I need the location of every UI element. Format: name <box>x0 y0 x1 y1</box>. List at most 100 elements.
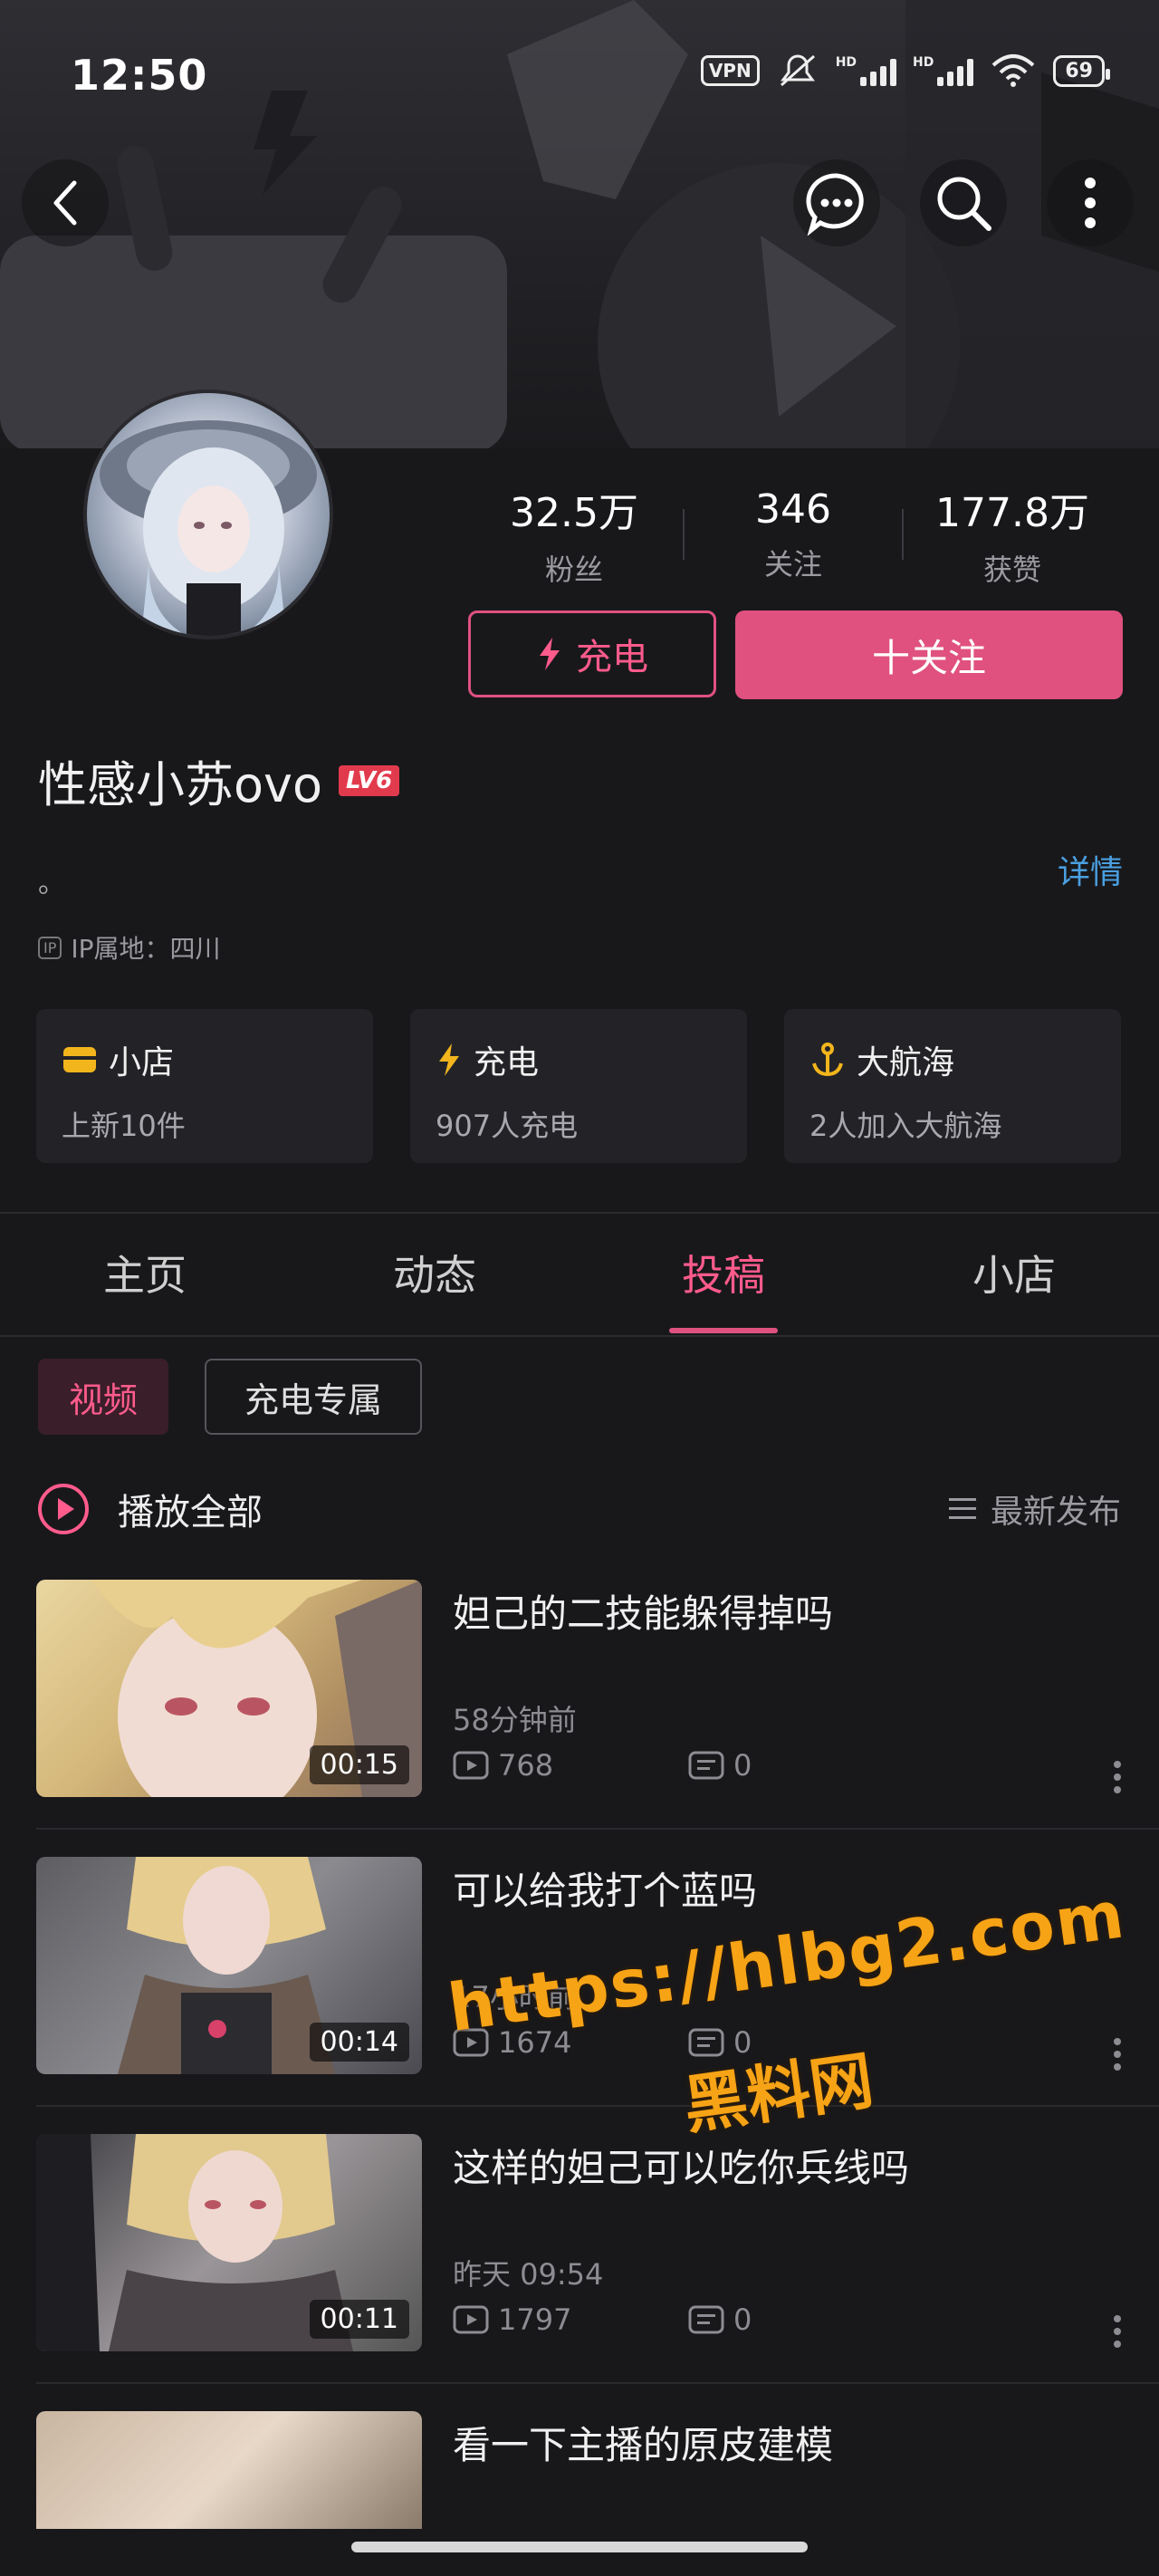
following-label: 关注 <box>763 546 822 582</box>
status-time: 12:50 <box>71 51 208 100</box>
chat-icon <box>806 173 864 235</box>
play-count-icon <box>453 2305 489 2334</box>
stat-divider <box>902 509 904 560</box>
lightning-icon <box>540 638 560 670</box>
row-divider <box>36 1828 1159 1830</box>
row-divider <box>36 2105 1159 2107</box>
followers-stat[interactable]: 32.5万 粉丝 <box>484 480 665 589</box>
shop-icon <box>63 1047 96 1072</box>
battery-icon: 69 <box>1053 54 1110 87</box>
wifi-icon <box>992 54 1035 87</box>
ip-location: IP IP属地：四川 <box>38 929 221 966</box>
level-badge: LV6 <box>339 764 400 796</box>
following-stat[interactable]: 346 关注 <box>703 486 884 583</box>
video-item[interactable]: 00:11 这样的妲己可以吃你兵线吗 昨天 09:54 1797 0 <box>0 2134 1159 2411</box>
message-button[interactable] <box>793 159 880 246</box>
video-thumbnail[interactable]: 00:11 <box>36 2134 422 2351</box>
signal-icon-1: HD <box>836 55 897 86</box>
detail-link[interactable]: 详情 <box>1058 846 1123 893</box>
follow-button[interactable]: 十关注 <box>735 610 1123 699</box>
video-thumbnail[interactable]: 00:15 <box>36 1580 422 1797</box>
search-button[interactable] <box>920 159 1007 246</box>
avatar-image <box>100 420 317 636</box>
video-thumbnail[interactable] <box>36 2411 422 2529</box>
sort-button[interactable]: 最新发布 <box>947 1485 1121 1533</box>
back-button[interactable] <box>22 159 109 246</box>
charge-card-subtitle: 907人充电 <box>436 1109 579 1143</box>
search-icon <box>937 177 991 231</box>
signature: 。 <box>38 868 65 899</box>
tab-dynamics[interactable]: 动态 <box>344 1243 525 1302</box>
filter-charge-only[interactable]: 充电专属 <box>205 1359 422 1435</box>
list-sort-icon <box>948 1498 976 1519</box>
video-title[interactable]: 这样的妲己可以吃你兵线吗 <box>453 2138 909 2193</box>
tab-home[interactable]: 主页 <box>54 1243 235 1302</box>
following-count: 346 <box>755 485 831 533</box>
more-vertical-icon <box>1085 178 1096 228</box>
tab-uploads[interactable]: 投稿 <box>633 1243 814 1302</box>
video-plays: 1797 <box>453 2302 571 2337</box>
video-title[interactable]: 可以给我打个蓝吗 <box>453 1860 757 1916</box>
ip-location-text: IP属地：四川 <box>71 934 221 964</box>
filter-video[interactable]: 视频 <box>38 1359 168 1435</box>
video-thumbnail[interactable]: 00:14 <box>36 1857 422 2074</box>
anchor-icon <box>812 1043 843 1077</box>
likes-label: 获赞 <box>982 553 1041 587</box>
video-plays: 768 <box>453 1748 553 1783</box>
username: 性感小苏ovo <box>38 756 323 813</box>
more-options-button[interactable] <box>1047 159 1134 246</box>
mute-icon <box>780 54 815 87</box>
video-item[interactable]: 00:15 妲己的二技能躲得掉吗 58分钟前 768 0 <box>0 1580 1159 1857</box>
shop-card-title: 小店 <box>109 1044 175 1081</box>
charge-card-title: 充电 <box>474 1044 540 1081</box>
video-time: 昨天 09:54 <box>453 2257 604 2292</box>
shop-card-subtitle: 上新10件 <box>62 1109 186 1143</box>
active-tab-indicator <box>669 1328 778 1333</box>
video-comments: 0 <box>688 2302 752 2337</box>
avatar[interactable] <box>83 389 333 639</box>
sort-label: 最新发布 <box>990 1494 1121 1531</box>
section-divider <box>0 1212 1159 1214</box>
stat-divider <box>683 509 685 560</box>
charge-button-label: 充电 <box>576 637 648 678</box>
video-comments-count: 0 <box>733 1748 752 1783</box>
voyage-card-subtitle: 2人加入大航海 <box>809 1109 1002 1143</box>
video-title[interactable]: 看一下主播的原皮建模 <box>453 2415 833 2470</box>
likes-count: 177.8万 <box>935 490 1089 536</box>
video-time: 58分钟前 <box>453 1703 577 1737</box>
video-title[interactable]: 妲己的二技能躲得掉吗 <box>453 1583 833 1639</box>
back-arrow-icon <box>53 180 77 226</box>
play-circle-icon <box>38 1484 89 1534</box>
status-icons: VPN HD HD 69 <box>700 53 1110 89</box>
video-duration: 00:11 <box>309 2300 409 2339</box>
followers-label: 粉丝 <box>544 553 603 587</box>
ip-icon: IP <box>38 936 62 959</box>
row-divider <box>36 2382 1159 2384</box>
stats-row: 32.5万 粉丝 346 关注 177.8万 获赞 <box>484 480 1103 589</box>
comment-count-icon <box>688 1751 724 1780</box>
home-indicator[interactable] <box>351 2542 808 2552</box>
video-more-icon[interactable] <box>1114 1761 1123 1793</box>
video-comments: 0 <box>688 1748 752 1783</box>
comment-count-icon <box>688 2305 724 2334</box>
tab-shop[interactable]: 小店 <box>924 1243 1105 1302</box>
likes-stat: 177.8万 获赞 <box>922 480 1103 589</box>
play-count-icon <box>453 1751 489 1780</box>
video-more-icon[interactable] <box>1114 2038 1123 2071</box>
voyage-card[interactable]: 大航海 2人加入大航海 <box>784 1009 1121 1163</box>
play-all-label: 播放全部 <box>118 1492 263 1533</box>
tabs-divider <box>0 1335 1159 1337</box>
shop-card[interactable]: 小店 上新10件 <box>36 1009 373 1163</box>
voyage-card-title: 大航海 <box>857 1044 955 1081</box>
play-all-button[interactable]: 播放全部 <box>36 1482 263 1536</box>
video-duration: 00:14 <box>309 2023 409 2062</box>
charge-button[interactable]: 充电 <box>468 610 716 697</box>
video-plays-count: 1797 <box>498 2302 572 2337</box>
username-row: 性感小苏ovo LV6 <box>38 745 400 816</box>
followers-count: 32.5万 <box>510 490 638 536</box>
video-comments-count: 0 <box>733 2302 752 2337</box>
charge-card[interactable]: 充电 907人充电 <box>410 1009 747 1163</box>
video-more-icon[interactable] <box>1114 2315 1123 2348</box>
vpn-icon: VPN <box>700 55 760 86</box>
video-plays-count: 768 <box>498 1748 554 1783</box>
